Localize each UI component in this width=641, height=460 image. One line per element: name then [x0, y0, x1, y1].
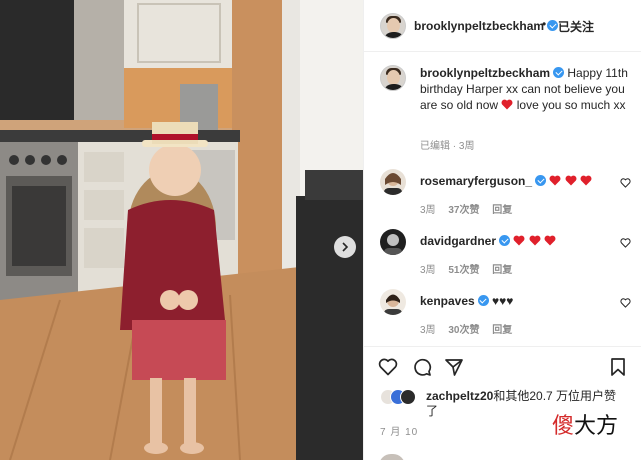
post-date: 7 月 10	[380, 427, 419, 438]
commenter-avatar[interactable]	[380, 169, 406, 195]
heart-icon[interactable]	[620, 298, 631, 308]
comment-meta: 3周 37次赞 回复	[420, 201, 512, 216]
reply-button[interactable]: 回复	[492, 265, 512, 276]
heart-emoji-icon	[580, 175, 592, 186]
heart-emoji-icon	[529, 235, 541, 246]
chevron-right-icon	[342, 242, 349, 252]
comment-item: rosemaryferguson_ 3周 37次赞 回复	[380, 169, 631, 229]
comment-likes[interactable]: 30次赞	[448, 325, 479, 336]
comment-likes[interactable]: 51次赞	[448, 265, 479, 276]
comment-line: kenpaves ♥♥♥	[420, 294, 513, 308]
comment-line: rosemaryferguson_	[420, 174, 592, 188]
comment-likes[interactable]: 37次赞	[448, 205, 479, 216]
reply-button[interactable]: 回复	[492, 205, 512, 216]
heart-emoji-icon	[549, 175, 561, 186]
heart-emoji-icon	[513, 235, 525, 246]
commenter-avatar[interactable]	[380, 229, 406, 255]
photo-illustration	[0, 0, 363, 460]
caption-author-avatar[interactable]	[380, 65, 406, 91]
reply-button[interactable]: 回复	[492, 325, 512, 336]
comment-time: 3周	[420, 205, 436, 216]
watermark: 傻大方	[552, 408, 618, 440]
comment-meta: 3周 30次赞 回复	[420, 321, 512, 336]
current-user-avatar	[379, 454, 405, 460]
caption-meta: 已编辑 · 3周	[420, 141, 475, 152]
comment-text: ♥♥♥	[492, 294, 514, 308]
following-button[interactable]: 已关注	[558, 18, 594, 35]
caption-author-name[interactable]: brooklynpeltzbeckham	[420, 66, 550, 80]
author-avatar[interactable]	[380, 13, 406, 39]
post-action-bar	[364, 346, 641, 386]
next-photo-button[interactable]	[334, 236, 356, 258]
post-photo[interactable]	[0, 0, 363, 460]
heart-icon[interactable]	[620, 178, 631, 188]
share-icon[interactable]	[444, 357, 464, 377]
heart-emoji-icon	[544, 235, 556, 246]
commenter-name[interactable]: davidgardner	[420, 234, 496, 248]
commenter-avatar[interactable]	[380, 289, 406, 315]
post-header: brooklynpeltzbeckham • 已关注	[364, 0, 641, 52]
liked-by-user[interactable]: zachpeltz20	[426, 389, 493, 403]
separator-dot: •	[542, 17, 547, 31]
heart-emoji-icon	[565, 175, 577, 186]
comment-time: 3周	[420, 325, 436, 336]
commenter-name[interactable]: kenpaves	[420, 294, 475, 308]
heart-icon[interactable]	[620, 238, 631, 248]
bookmark-icon[interactable]	[608, 357, 628, 377]
verified-icon	[553, 67, 565, 78]
instagram-post-view: brooklynpeltzbeckham • 已关注 brooklynpeltz…	[0, 0, 641, 460]
post-side-panel: brooklynpeltzbeckham • 已关注 brooklynpeltz…	[363, 0, 641, 460]
comment-hearts	[513, 234, 556, 248]
comment-icon[interactable]	[412, 357, 432, 377]
comment-item: davidgardner 3周 51次赞 回复	[380, 229, 631, 289]
watermark-rest: 大方	[574, 414, 619, 439]
comment-item: kenpaves ♥♥♥ 3周 30次赞 回复	[380, 289, 631, 349]
comment-hearts	[549, 174, 592, 188]
verified-icon	[499, 235, 511, 246]
comment-time: 3周	[420, 265, 436, 276]
verified-icon	[477, 295, 489, 306]
caption-text: brooklynpeltzbeckham Happy 11th birthday…	[420, 65, 630, 113]
caption-tail: love you so much xx	[516, 98, 626, 112]
author-name-header[interactable]: brooklynpeltzbeckham	[414, 19, 559, 33]
author-name[interactable]: brooklynpeltzbeckham	[414, 19, 544, 33]
liked-by-avatars[interactable]	[380, 389, 420, 405]
heart-icon[interactable]	[378, 357, 398, 377]
watermark-first-char: 傻	[552, 414, 575, 439]
comment-line: davidgardner	[420, 234, 556, 248]
verified-icon	[547, 20, 559, 31]
verified-icon	[535, 175, 547, 186]
comment-meta: 3周 51次赞 回复	[420, 261, 512, 276]
liker-avatar	[400, 389, 416, 405]
commenter-name[interactable]: rosemaryferguson_	[420, 174, 532, 188]
heart-emoji-icon	[501, 99, 513, 110]
